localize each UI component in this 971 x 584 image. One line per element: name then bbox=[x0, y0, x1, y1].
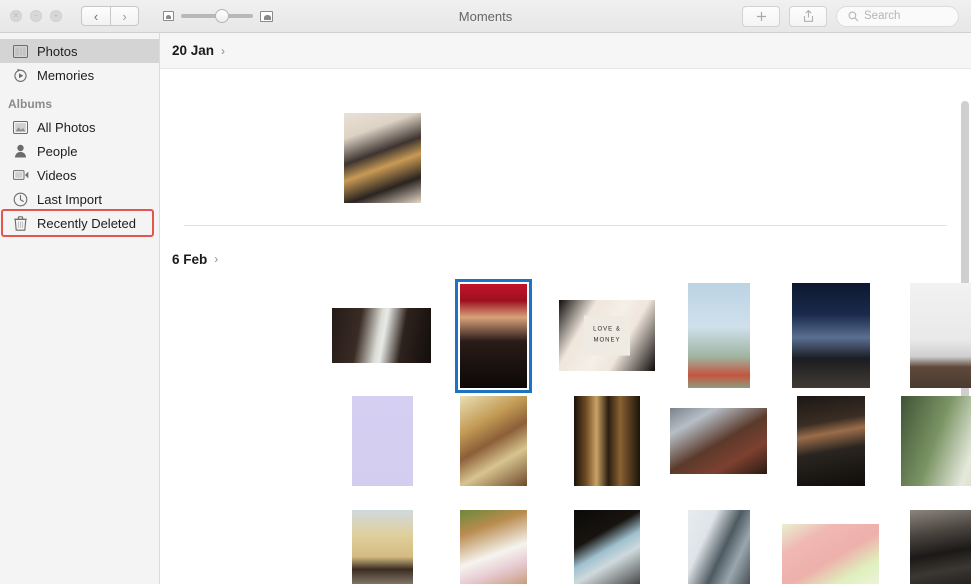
clock-icon bbox=[12, 192, 29, 207]
share-icon bbox=[802, 9, 815, 23]
photo-thumbnail-airplane-window[interactable] bbox=[574, 510, 640, 584]
close-button[interactable]: ✕ bbox=[10, 10, 22, 22]
sidebar-item-label: Recently Deleted bbox=[37, 216, 136, 231]
chevron-right-icon[interactable]: › bbox=[221, 44, 225, 58]
photo-thumbnail-canada-map[interactable] bbox=[782, 524, 879, 584]
search-icon bbox=[848, 11, 859, 22]
photo-thumbnail-desk-paper-plant[interactable] bbox=[460, 510, 527, 584]
photo-thumbnail-sun-hat[interactable] bbox=[352, 510, 413, 584]
all-photos-icon bbox=[12, 120, 29, 135]
photo-thumbnail-harley-davidson-tank[interactable] bbox=[670, 408, 767, 474]
toolbar-right: Search bbox=[742, 6, 971, 27]
photo-thumbnail-love-money-sign[interactable]: LOVE & MONEY bbox=[559, 300, 655, 371]
photo-thumbnail-eyeglasses[interactable] bbox=[910, 510, 971, 584]
large-thumbnail-icon bbox=[260, 11, 273, 22]
date-header-label: 6 Feb bbox=[172, 252, 207, 267]
zoom-slider-knob[interactable] bbox=[215, 9, 229, 23]
sidebar-item-label: Videos bbox=[37, 168, 77, 183]
photo-thumbnail-building-facade[interactable] bbox=[688, 510, 750, 584]
people-icon bbox=[12, 144, 29, 159]
sidebar-item-label: All Photos bbox=[37, 120, 96, 135]
photo-thumbnail-graffiti-wall[interactable] bbox=[460, 396, 527, 486]
search-input[interactable]: Search bbox=[836, 6, 959, 27]
search-placeholder: Search bbox=[864, 10, 900, 22]
small-thumbnail-icon bbox=[163, 11, 174, 21]
back-button[interactable]: ‹ bbox=[81, 6, 110, 26]
sidebar-item-photos[interactable]: Photos bbox=[0, 39, 159, 63]
chevron-right-icon[interactable]: › bbox=[214, 252, 218, 266]
photo-thumbnail-lavender-abstract[interactable] bbox=[352, 396, 413, 486]
sidebar-item-label: People bbox=[37, 144, 77, 159]
photo-thumbnail-red-blossoms[interactable] bbox=[460, 284, 527, 388]
titlebar: ✕ − + ‹ › Moments bbox=[0, 0, 971, 33]
window-controls: ✕ − + bbox=[0, 10, 62, 22]
sidebar: Photos Memories Albums All Photos People Vide… bbox=[0, 33, 160, 584]
forward-button[interactable]: › bbox=[110, 6, 139, 26]
window-body: Photos Memories Albums All Photos People Vide… bbox=[0, 33, 971, 584]
minimize-button[interactable]: − bbox=[30, 10, 42, 22]
sidebar-item-people[interactable]: People bbox=[0, 139, 159, 163]
sidebar-item-last-import[interactable]: Last Import bbox=[0, 187, 159, 211]
memories-icon bbox=[12, 68, 29, 83]
plus-icon bbox=[755, 10, 768, 23]
sidebar-item-videos[interactable]: Videos bbox=[0, 163, 159, 187]
date-header-label: 20 Jan bbox=[172, 43, 214, 58]
navigation-buttons: ‹ › bbox=[81, 6, 139, 26]
thumbnail-zoom-slider[interactable] bbox=[163, 11, 273, 22]
sidebar-item-all-photos[interactable]: All Photos bbox=[0, 115, 159, 139]
sidebar-section-albums: Albums bbox=[0, 87, 159, 115]
share-button[interactable] bbox=[789, 6, 827, 27]
add-button[interactable] bbox=[742, 6, 780, 27]
photo-grid-area: 20 Jan › 6 Feb › LOVE & MONEY bbox=[160, 33, 971, 584]
videos-icon bbox=[12, 168, 29, 183]
photo-caption-text: LOVE & MONEY bbox=[584, 315, 630, 356]
date-header: 20 Jan › bbox=[160, 33, 971, 69]
photo-thumbnail-city-skyline-night[interactable] bbox=[792, 283, 870, 388]
sidebar-item-label: Memories bbox=[37, 68, 94, 83]
sidebar-item-label: Last Import bbox=[37, 192, 102, 207]
maximize-button[interactable]: + bbox=[50, 10, 62, 22]
zoom-slider-track[interactable] bbox=[181, 14, 253, 18]
photo-thumbnail-waterfall[interactable] bbox=[332, 308, 431, 363]
sidebar-item-memories[interactable]: Memories bbox=[0, 63, 159, 87]
photo-thumbnail-woman-portrait[interactable] bbox=[344, 113, 421, 203]
sidebar-item-label: Photos bbox=[37, 44, 77, 59]
photo-thumbnail-man-in-suit[interactable] bbox=[797, 396, 865, 486]
photo-thumbnail-tv-tower[interactable] bbox=[688, 283, 750, 388]
sidebar-item-recently-deleted[interactable]: Recently Deleted bbox=[0, 211, 159, 235]
photo-thumbnail-wooden-sculptures[interactable] bbox=[574, 396, 640, 486]
section-divider bbox=[184, 225, 947, 226]
trash-icon bbox=[12, 216, 29, 231]
photo-thumbnail-white-interior[interactable] bbox=[910, 283, 971, 388]
photo-thumbnail-hand-touching-flowers[interactable] bbox=[901, 396, 971, 486]
photos-icon bbox=[12, 44, 29, 59]
photos-app-window: ✕ − + ‹ › Moments bbox=[0, 0, 971, 584]
date-header: 6 Feb › bbox=[160, 241, 971, 277]
